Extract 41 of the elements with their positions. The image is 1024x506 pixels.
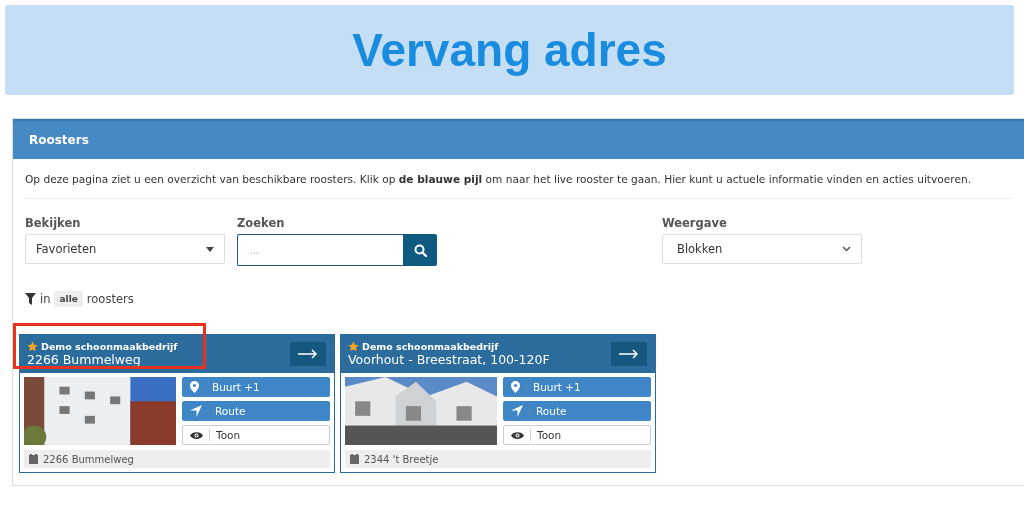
search-field[interactable]: ... xyxy=(237,234,403,266)
filter-text: roosters xyxy=(86,292,134,306)
arrow-right-icon xyxy=(619,349,639,359)
calendar-icon xyxy=(29,454,38,464)
action-button[interactable]: Route xyxy=(182,401,330,421)
footer-address: 2344 't Breetje xyxy=(364,453,439,465)
filter-text: in xyxy=(40,292,51,306)
action-button[interactable]: Route xyxy=(503,401,651,421)
action-button[interactable]: Toon xyxy=(182,425,330,445)
caret-icon xyxy=(206,246,214,252)
intro-text: Op deze pagina ziet u een overzicht van beschikbare roosters. Klik op de blauwe pijl om naar het live rooster te gaan. Hier kunt u actuele informatie vinden en acties uitvoeren. xyxy=(25,173,971,185)
location-arrow-icon xyxy=(190,405,202,417)
footer-address: 2266 Bummelweg xyxy=(43,453,134,465)
chevron-icon xyxy=(842,246,851,252)
map-pin-icon xyxy=(511,381,520,393)
page-title: Vervang adres xyxy=(352,23,667,77)
action-button[interactable]: Buurt +1 xyxy=(503,377,651,397)
map-pin-icon xyxy=(190,381,199,393)
eye-icon xyxy=(190,430,203,440)
panel-title: Roosters xyxy=(29,133,89,147)
address-title: 2266 Bummelweg xyxy=(27,352,142,367)
display-label: Weergave xyxy=(662,216,728,230)
arrow-right-icon xyxy=(298,349,318,359)
calendar-icon xyxy=(350,454,359,464)
search-label: Zoeken xyxy=(237,216,286,230)
location-arrow-icon xyxy=(511,405,523,417)
address-title: Voorhout - Breestraat, 100-120F xyxy=(348,352,550,367)
display-dropdown[interactable]: Blokken xyxy=(662,234,862,264)
view-dropdown[interactable]: Favorieten xyxy=(25,234,225,264)
search-button[interactable] xyxy=(403,234,437,266)
view-label: Bekijken xyxy=(25,216,82,230)
company-name: Demo schoonmaakbedrijf xyxy=(41,341,178,352)
filter-icon xyxy=(25,293,36,305)
search-icon xyxy=(413,243,427,257)
open-button[interactable] xyxy=(611,342,647,366)
company-name: Demo schoonmaakbedrijf xyxy=(362,341,499,352)
action-button[interactable]: Buurt +1 xyxy=(182,377,330,397)
eye-icon xyxy=(511,430,524,440)
action-button[interactable]: Toon xyxy=(503,425,651,445)
open-button[interactable] xyxy=(290,342,326,366)
filter-tag: alle xyxy=(54,291,83,307)
